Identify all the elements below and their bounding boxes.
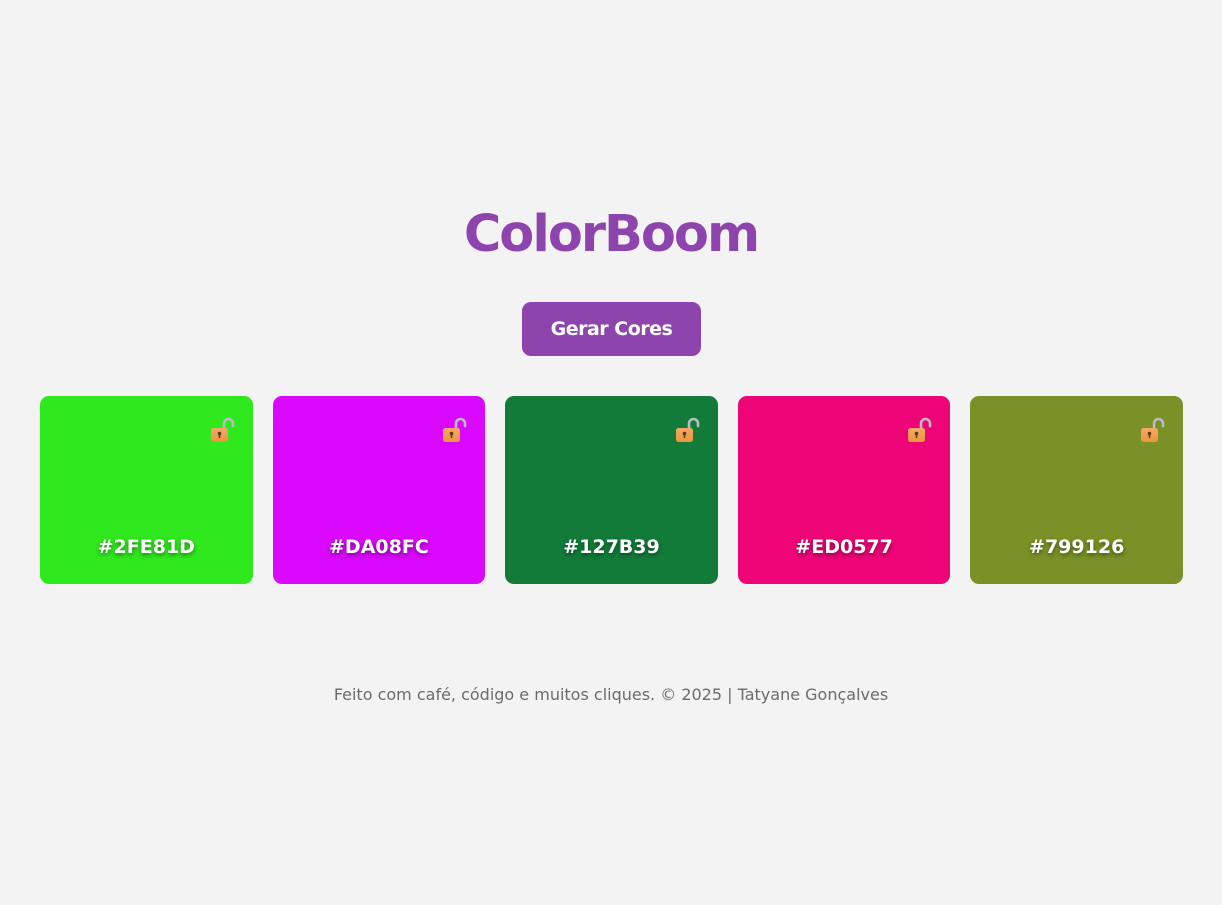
color-swatch[interactable]: #ED0577 <box>737 396 951 584</box>
color-swatch[interactable]: #DA08FC <box>272 396 486 584</box>
unlocked-padlock-icon[interactable] <box>673 416 701 444</box>
hex-code-label: #127B39 <box>563 536 660 558</box>
unlocked-padlock-icon[interactable] <box>440 416 468 444</box>
unlocked-padlock-icon[interactable] <box>208 416 236 444</box>
generate-colors-button[interactable]: Gerar Cores <box>522 302 701 356</box>
hex-code-label: #DA08FC <box>329 536 429 558</box>
color-swatch[interactable]: #127B39 <box>505 396 718 584</box>
color-palette: #2FE81D #DA08FC #127B39 #ED0577 #799126 <box>40 396 1183 584</box>
color-swatch[interactable]: #799126 <box>970 396 1183 584</box>
color-swatch[interactable]: #2FE81D <box>40 396 253 584</box>
unlocked-padlock-icon[interactable] <box>905 416 933 444</box>
unlocked-padlock-icon[interactable] <box>1138 416 1166 444</box>
footer-credits: Feito com café, código e muitos cliques.… <box>333 685 889 704</box>
hex-code-label: #ED0577 <box>795 536 893 558</box>
hex-code-label: #799126 <box>1029 536 1125 558</box>
app-title: ColorBoom <box>463 205 760 264</box>
hex-code-label: #2FE81D <box>97 536 195 558</box>
